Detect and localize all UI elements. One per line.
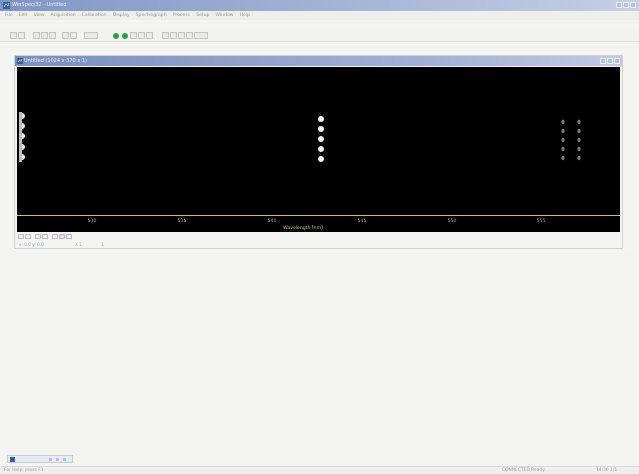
menu-acquisition[interactable]: Acquisition bbox=[51, 13, 76, 18]
zoom-out-icon[interactable] bbox=[170, 32, 177, 39]
focus-acquire-icon[interactable] bbox=[113, 33, 119, 39]
main-toolbar bbox=[0, 29, 639, 42]
new-file-icon[interactable] bbox=[10, 32, 17, 39]
document-title-bar: Untitled (1024 x 370 x 1) bbox=[15, 56, 622, 66]
spectral-lines-right bbox=[561, 119, 581, 161]
menu-file[interactable]: File bbox=[5, 13, 13, 18]
document-title: Untitled (1024 x 370 x 1) bbox=[24, 58, 87, 64]
menu-view[interactable]: View bbox=[34, 13, 45, 18]
menu-bar: File Edit View Acquisition Calibration D… bbox=[0, 11, 639, 20]
spectral-line-left bbox=[19, 112, 25, 162]
axis-tick: 545 bbox=[357, 219, 367, 224]
cursor-coords: x: 0.0 y: 0.0 bbox=[19, 242, 44, 247]
wavelength-axis: 530 535 540 545 550 555 Wavelength [nm] bbox=[17, 215, 620, 232]
menu-window[interactable]: Window bbox=[215, 13, 233, 18]
close-small-button[interactable] bbox=[62, 457, 67, 462]
menu-calibration[interactable]: Calibration bbox=[82, 13, 107, 18]
document-status: x: 0.0 y: 0.0 X 1 1 bbox=[17, 241, 620, 248]
flag-icon[interactable] bbox=[59, 234, 65, 239]
axis-tick: 550 bbox=[447, 219, 457, 224]
copy-icon[interactable] bbox=[49, 32, 56, 39]
axis-tick: 555 bbox=[536, 219, 546, 224]
menu-spectrograph[interactable]: Spectrograph bbox=[136, 13, 167, 18]
histogram-icon[interactable] bbox=[66, 234, 72, 239]
print-icon[interactable] bbox=[62, 32, 69, 39]
menu-display[interactable]: Display bbox=[113, 13, 130, 18]
info-icon[interactable] bbox=[186, 32, 193, 39]
axis-tick: 530 bbox=[87, 219, 97, 224]
stop-icon[interactable] bbox=[130, 32, 137, 39]
display-icon[interactable] bbox=[146, 32, 153, 39]
status-clock: 14:36 1/1 bbox=[596, 468, 618, 473]
print-preview-icon[interactable] bbox=[70, 32, 77, 39]
maximize-button[interactable] bbox=[623, 2, 629, 8]
document-icon bbox=[17, 58, 23, 64]
minimized-window-icon bbox=[10, 457, 15, 462]
layout-icon[interactable] bbox=[84, 32, 98, 39]
doc-minimize-button[interactable] bbox=[600, 58, 606, 64]
save-icon[interactable] bbox=[18, 32, 25, 39]
zoom-icon[interactable] bbox=[35, 234, 41, 239]
mdi-workspace bbox=[7, 250, 633, 455]
axis-tick: 535 bbox=[177, 219, 187, 224]
minimize-button[interactable] bbox=[616, 2, 622, 8]
menu-help[interactable]: Help bbox=[240, 13, 250, 18]
cursor-icon[interactable] bbox=[42, 234, 48, 239]
zoom-in-icon[interactable] bbox=[162, 32, 169, 39]
spectral-line-center bbox=[318, 116, 324, 162]
app-title: WinSpec/32 - Untitled bbox=[12, 2, 67, 8]
status-bar: For Help, press F1 CONNECTED Ready 14:36… bbox=[0, 466, 639, 474]
status-connection: CONNECTED Ready bbox=[502, 468, 545, 473]
doc-maximize-button[interactable] bbox=[607, 58, 613, 64]
close-button[interactable] bbox=[630, 2, 636, 8]
restore-button[interactable] bbox=[48, 457, 53, 462]
calibrate-icon[interactable] bbox=[194, 32, 208, 39]
region-icon[interactable] bbox=[178, 32, 185, 39]
axis-tick: 540 bbox=[267, 219, 277, 224]
acquire-icon[interactable] bbox=[122, 33, 128, 39]
stripe-field: 1 bbox=[101, 242, 104, 247]
open-icon[interactable] bbox=[33, 32, 40, 39]
setup-icon[interactable] bbox=[138, 32, 145, 39]
document-window: Untitled (1024 x 370 x 1) 530 535 540 54… bbox=[14, 55, 623, 249]
frame-field: X 1 bbox=[75, 242, 82, 247]
minimized-window[interactable] bbox=[7, 455, 73, 463]
palette-icon[interactable] bbox=[25, 234, 31, 239]
doc-close-button[interactable] bbox=[614, 58, 620, 64]
spectrum-image[interactable] bbox=[17, 67, 620, 215]
cut-icon[interactable] bbox=[41, 32, 48, 39]
region-select-icon[interactable] bbox=[52, 234, 58, 239]
menu-edit[interactable]: Edit bbox=[19, 13, 28, 18]
status-help-text: For Help, press F1 bbox=[4, 468, 44, 473]
autoscale-icon[interactable] bbox=[18, 234, 24, 239]
document-toolbar bbox=[17, 233, 620, 240]
menu-process[interactable]: Process bbox=[173, 13, 190, 18]
menu-setup[interactable]: Setup bbox=[196, 13, 209, 18]
app-title-bar: WinSpec/32 - Untitled bbox=[0, 0, 639, 11]
app-icon bbox=[3, 2, 10, 9]
axis-title: Wavelength [nm] bbox=[283, 226, 323, 231]
maximize-small-button[interactable] bbox=[55, 457, 60, 462]
